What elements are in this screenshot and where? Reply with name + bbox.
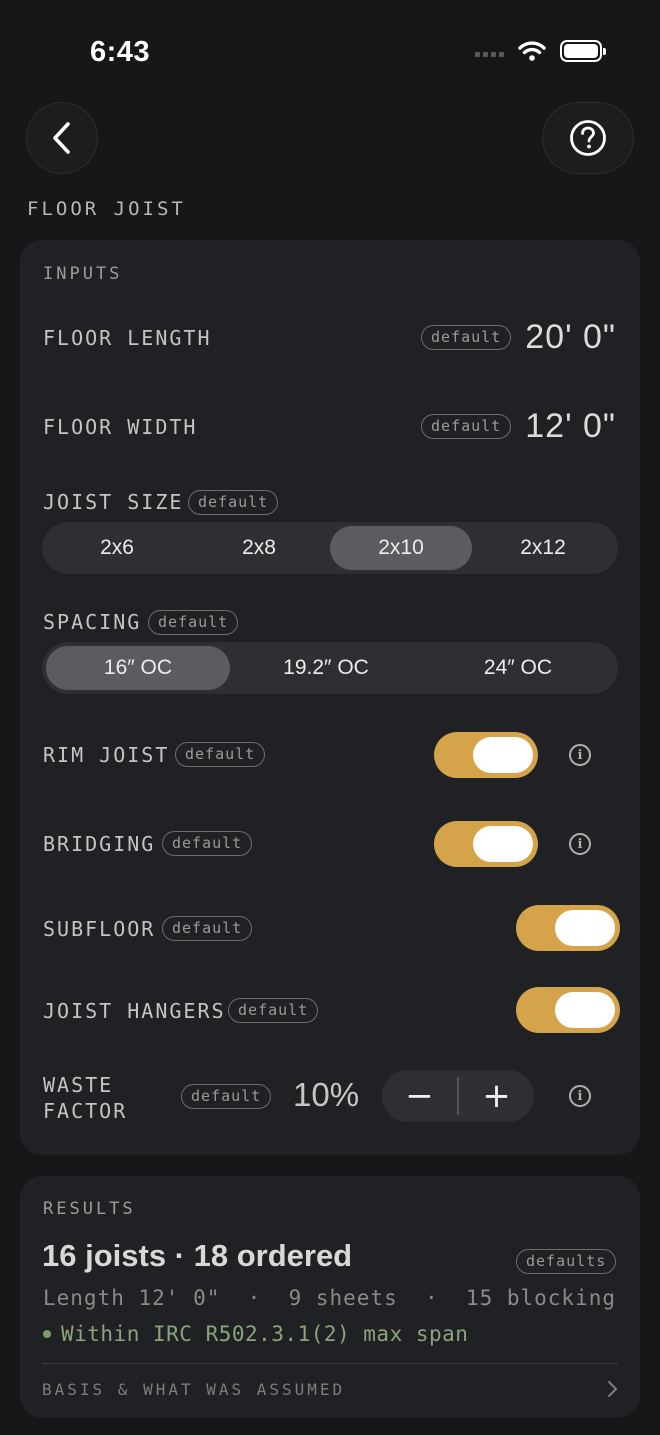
joist-hangers-toggle[interactable] (516, 987, 620, 1033)
rim-joist-toggle[interactable] (434, 732, 538, 778)
results-summary: Length 12' 0" · 9 sheets · 15 blocking (43, 1286, 617, 1310)
page-title: FLOOR JOIST (27, 198, 186, 220)
toggle-knob (555, 992, 615, 1028)
joist-size-default-badge: default (188, 490, 279, 515)
bridging-toggle[interactable] (434, 821, 538, 867)
help-button[interactable] (542, 102, 634, 174)
toggle-knob (473, 826, 533, 862)
floor-length-default-badge: default (421, 325, 512, 350)
results-divider (42, 1363, 618, 1364)
spacing-option-19-2-oc[interactable]: 19.2″ OC (230, 646, 422, 690)
basis-label: BASIS & WHAT WAS ASSUMED (42, 1379, 346, 1399)
rim-joist-default-badge: default (175, 742, 266, 767)
spacing-option-24-oc[interactable]: 24″ OC (422, 646, 614, 690)
spacing-segmented-control: 16″ OC 19.2″ OC 24″ OC (42, 642, 618, 694)
waste-factor-info-icon[interactable]: i (569, 1085, 591, 1107)
increment-button[interactable]: + (459, 1070, 534, 1122)
results-section-label: RESULTS (43, 1199, 136, 1219)
basis-assumptions-link[interactable]: BASIS & WHAT WAS ASSUMED (42, 1374, 618, 1404)
floor-width-value[interactable]: 12' 0" (525, 407, 616, 446)
waste-factor-value: 10% (293, 1076, 360, 1113)
status-indicators (475, 40, 606, 62)
battery-icon (560, 40, 606, 62)
joist-size-option-2x6[interactable]: 2x6 (46, 526, 188, 570)
joist-size-option-2x12[interactable]: 2x12 (472, 526, 614, 570)
chevron-right-icon (608, 1381, 617, 1397)
results-card: RESULTS 16 joists · 18 ordered defaults … (20, 1176, 640, 1418)
compliance-text: Within IRC R502.3.1(2) max span (61, 1322, 469, 1346)
spacing-default-badge: default (148, 610, 239, 635)
joist-size-segmented-control: 2x6 2x8 2x10 2x12 (42, 522, 618, 574)
compliance-status: Within IRC R502.3.1(2) max span (43, 1322, 468, 1346)
joist-size-option-2x10[interactable]: 2x10 (330, 526, 472, 570)
waste-factor-stepper: − + (382, 1070, 534, 1122)
floor-width-label: FLOOR WIDTH (43, 415, 198, 439)
floor-length-value[interactable]: 20' 0" (525, 318, 616, 357)
spacing-option-16-oc[interactable]: 16″ OC (46, 646, 230, 690)
subfloor-default-badge: default (162, 916, 253, 941)
status-time: 6:43 (90, 36, 151, 68)
joist-size-label: JOIST SIZE (43, 490, 184, 514)
waste-factor-label: WASTE FACTOR (43, 1072, 127, 1124)
floor-length-label: FLOOR LENGTH (43, 326, 212, 350)
subfloor-toggle[interactable] (516, 905, 620, 951)
bridging-label: BRIDGING (43, 832, 156, 856)
cellular-signal-icon (475, 45, 504, 57)
waste-factor-label-line2: FACTOR (43, 1099, 128, 1123)
subfloor-label: SUBFLOOR (43, 917, 156, 941)
question-icon (570, 120, 606, 156)
status-dot-icon (43, 1330, 51, 1338)
results-headline: 16 joists · 18 ordered (42, 1238, 353, 1273)
inputs-section-label: INPUTS (43, 264, 123, 284)
toggle-knob (473, 737, 533, 773)
joist-size-option-2x8[interactable]: 2x8 (188, 526, 330, 570)
bridging-default-badge: default (162, 831, 253, 856)
wifi-icon (518, 41, 546, 61)
rim-joist-label: RIM JOIST (43, 743, 170, 767)
toggle-knob (555, 910, 615, 946)
rim-joist-info-icon[interactable]: i (569, 744, 591, 766)
bridging-info-icon[interactable]: i (569, 833, 591, 855)
back-button[interactable] (26, 102, 98, 174)
waste-factor-label-line1: WASTE (43, 1073, 114, 1097)
joist-hangers-label: JOIST HANGERS (43, 999, 226, 1023)
waste-factor-default-badge: default (181, 1084, 272, 1109)
chevron-left-icon (53, 122, 70, 154)
spacing-label: SPACING (43, 610, 142, 634)
floor-width-default-badge: default (421, 414, 512, 439)
joist-hangers-default-badge: default (228, 998, 319, 1023)
results-defaults-badge: defaults (516, 1249, 617, 1274)
inputs-card: INPUTS FLOOR LENGTH default 20' 0" FLOOR… (20, 240, 640, 1155)
decrement-button[interactable]: − (382, 1070, 457, 1122)
